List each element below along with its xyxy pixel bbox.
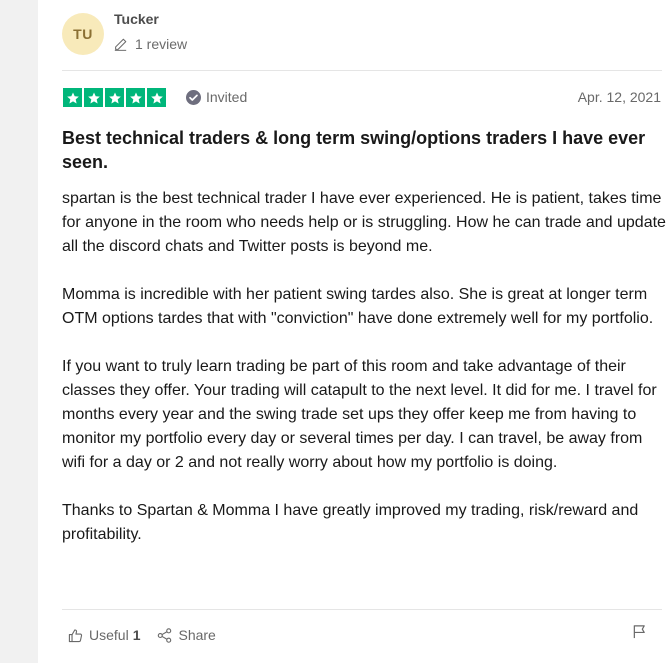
star-icon [105, 88, 124, 107]
check-circle-icon [186, 89, 201, 105]
share-button[interactable]: Share [157, 627, 216, 643]
review-paragraph: If you want to truly learn trading be pa… [62, 358, 657, 471]
invited-badge[interactable]: Invited [186, 89, 247, 105]
review-body: spartan is the best technical trader I h… [62, 187, 666, 571]
avatar-initials: TU [73, 26, 93, 42]
review-title[interactable]: Best technical traders & long term swing… [62, 126, 666, 174]
useful-button[interactable]: Useful 1 [68, 627, 140, 643]
review-paragraph: Thanks to Spartan & Momma I have greatly… [62, 502, 639, 543]
useful-count: 1 [132, 627, 141, 643]
avatar[interactable]: TU [62, 13, 104, 55]
review-date: Apr. 12, 2021 [577, 89, 661, 105]
star-rating [63, 88, 166, 107]
header-divider [62, 70, 662, 71]
share-icon [158, 627, 172, 643]
review-paragraph: Momma is incredible with her patient swi… [62, 286, 654, 327]
share-label: Share [178, 627, 216, 643]
pencil-icon [114, 38, 127, 51]
review-card: TU Tucker 1 review Invited Apr. 12, 2021… [38, 0, 669, 663]
flag-icon [633, 625, 645, 639]
review-paragraph: spartan is the best technical trader I h… [62, 190, 666, 255]
reviewer-review-count: 1 review [114, 36, 187, 52]
invited-label: Invited [206, 89, 248, 105]
useful-label: Useful [89, 627, 129, 643]
footer-divider [62, 609, 662, 610]
reviewer-name[interactable]: Tucker [114, 11, 159, 27]
review-count-label: 1 review [135, 36, 188, 52]
review-actions: Useful 1 Share [68, 627, 216, 643]
report-button[interactable] [632, 624, 647, 644]
star-icon [63, 88, 82, 107]
star-icon [84, 88, 103, 107]
star-icon [126, 88, 145, 107]
thumbs-up-icon [68, 628, 83, 642]
star-icon [147, 88, 166, 107]
